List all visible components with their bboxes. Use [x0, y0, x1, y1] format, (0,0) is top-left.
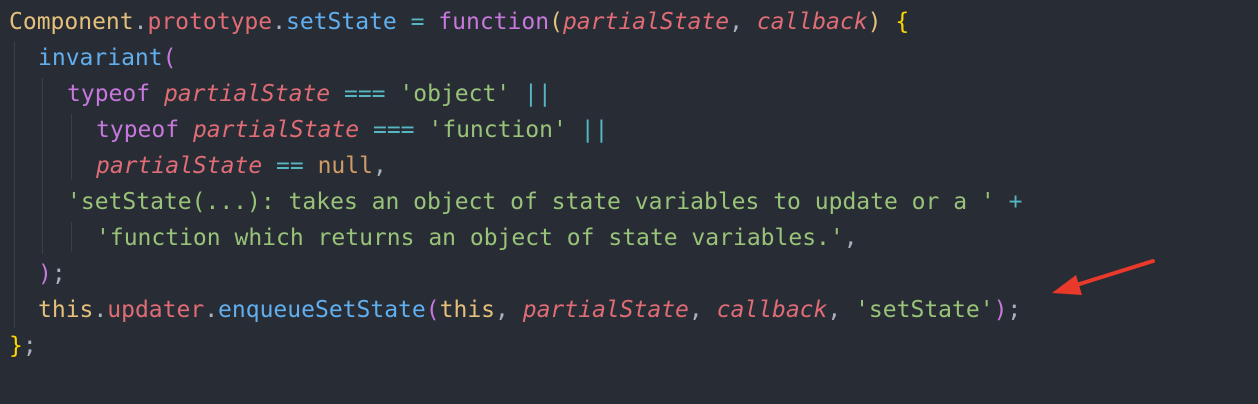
token-punctuation: , [827, 297, 856, 323]
token-punctuation: . [204, 297, 219, 323]
token-punctuation: , [495, 297, 523, 323]
code-line-10[interactable]: }; [9, 328, 37, 364]
token-brace: { [895, 9, 910, 35]
token-punctuation: ; [51, 261, 66, 287]
token-null: null [317, 153, 373, 179]
token-operator: = [396, 9, 439, 35]
token-method: enqueueSetState [218, 297, 426, 323]
token-string: 'setState' [855, 297, 994, 323]
arrow-shaft [1068, 259, 1155, 289]
indent-guide [71, 114, 72, 180]
token-parameter: partialState [96, 153, 263, 179]
token-parameter: callback [756, 9, 868, 35]
token-punctuation: , [729, 9, 757, 35]
token-parameter: callback [716, 297, 828, 323]
token-paren: ( [162, 45, 177, 71]
token-brace: } [9, 333, 23, 359]
token-punctuation: . [93, 297, 108, 323]
token-string: 'object' [399, 81, 511, 107]
token-keyword: typeof [67, 81, 151, 107]
token-paren: ( [425, 297, 440, 323]
token-keyword: typeof [96, 117, 180, 143]
token-operator: === [359, 117, 429, 143]
token-operator: == [262, 153, 318, 179]
token-parameter: partialState [163, 81, 331, 107]
token-punctuation: , [688, 297, 717, 323]
token-operator: || [510, 81, 552, 107]
code-line-7[interactable]: 'function which returns an object of sta… [96, 220, 858, 256]
token-paren: ) [867, 9, 882, 35]
token-property: prototype [147, 9, 273, 35]
token-property: updater [107, 297, 205, 323]
arrow-head [1052, 275, 1082, 295]
token-function: invariant [38, 45, 163, 71]
token-string: 'function which returns an object of sta… [96, 225, 844, 251]
code-line-5[interactable]: partialState == null, [96, 148, 387, 184]
token-method: setState [285, 9, 397, 35]
token-string: 'setState(...): takes an object of state… [67, 189, 995, 215]
token-object: Component [9, 9, 134, 35]
code-line-8[interactable]: ); [38, 256, 66, 292]
token-paren: ) [993, 297, 1008, 323]
token-this: this [38, 297, 94, 323]
token-punctuation: , [843, 225, 858, 251]
token-operator: + [994, 189, 1023, 215]
token-keyword: function [438, 9, 550, 35]
indent-guide [14, 42, 15, 328]
token-string: 'function' [428, 117, 567, 143]
token-operator: || [566, 117, 609, 143]
token-punctuation: . [133, 9, 148, 35]
code-line-9[interactable]: this.updater.enqueueSetState(this, parti… [38, 292, 1021, 328]
code-line-4[interactable]: typeof partialState === 'function' || [96, 112, 608, 148]
token-punctuation: ; [1007, 297, 1022, 323]
token-this: this [439, 297, 496, 323]
code-editor[interactable]: Component.prototype.setState = function(… [0, 0, 1258, 404]
token-punctuation: ; [22, 333, 37, 359]
code-line-6[interactable]: 'setState(...): takes an object of state… [67, 184, 1022, 220]
token-paren: ) [38, 261, 52, 287]
code-line-3[interactable]: typeof partialState === 'object' || [67, 76, 552, 112]
token-parameter: partialState [562, 9, 730, 35]
code-line-2[interactable]: invariant( [38, 40, 176, 76]
indent-guide [42, 78, 43, 254]
token-punctuation: , [372, 153, 387, 179]
token-parameter: partialState [192, 117, 360, 143]
token-punctuation: . [272, 9, 286, 35]
token-parameter: partialState [522, 297, 689, 323]
indent-guide [71, 222, 72, 252]
token-paren: ( [549, 9, 563, 35]
code-line-1[interactable]: Component.prototype.setState = function(… [9, 4, 909, 40]
token-operator: === [330, 81, 400, 107]
